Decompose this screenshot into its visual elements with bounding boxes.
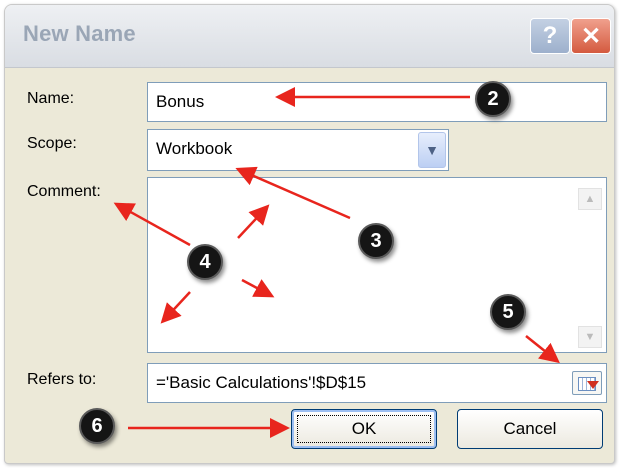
- scope-label: Scope:: [27, 135, 77, 152]
- refers-to-label: Refers to:: [27, 371, 97, 388]
- scroll-down-icon[interactable]: ▼: [578, 326, 602, 348]
- comment-label: Comment:: [27, 183, 101, 200]
- annotation-badge-5: 5: [490, 294, 526, 330]
- annotation-badge-3: 3: [358, 223, 394, 259]
- cancel-button[interactable]: Cancel: [457, 409, 603, 449]
- annotation-badge-2: 2: [475, 81, 511, 117]
- new-name-dialog: New Name ? ✕ Name: Bonus Scope: Workbook…: [4, 4, 615, 464]
- refers-to-field[interactable]: ='Basic Calculations'!$D$15: [147, 363, 607, 403]
- chevron-down-icon[interactable]: ▼: [418, 132, 446, 168]
- title-bar: New Name ? ✕: [5, 5, 614, 68]
- collapse-dialog-icon[interactable]: [572, 371, 602, 395]
- name-value: Bonus: [156, 92, 205, 111]
- name-label: Name:: [27, 90, 75, 107]
- cancel-label: Cancel: [503, 419, 557, 438]
- refers-to-value: ='Basic Calculations'!$D$15: [156, 373, 367, 392]
- ok-button[interactable]: OK: [291, 409, 437, 449]
- scope-dropdown[interactable]: Workbook ▼: [147, 129, 449, 171]
- dialog-title: New Name: [23, 21, 136, 46]
- annotation-badge-4: 4: [187, 244, 223, 280]
- scroll-up-icon[interactable]: ▲: [578, 188, 602, 210]
- help-button[interactable]: ?: [530, 18, 570, 54]
- close-button[interactable]: ✕: [571, 18, 611, 54]
- annotation-badge-6: 6: [79, 408, 115, 444]
- name-field[interactable]: Bonus: [147, 82, 607, 122]
- scope-value: Workbook: [156, 139, 233, 158]
